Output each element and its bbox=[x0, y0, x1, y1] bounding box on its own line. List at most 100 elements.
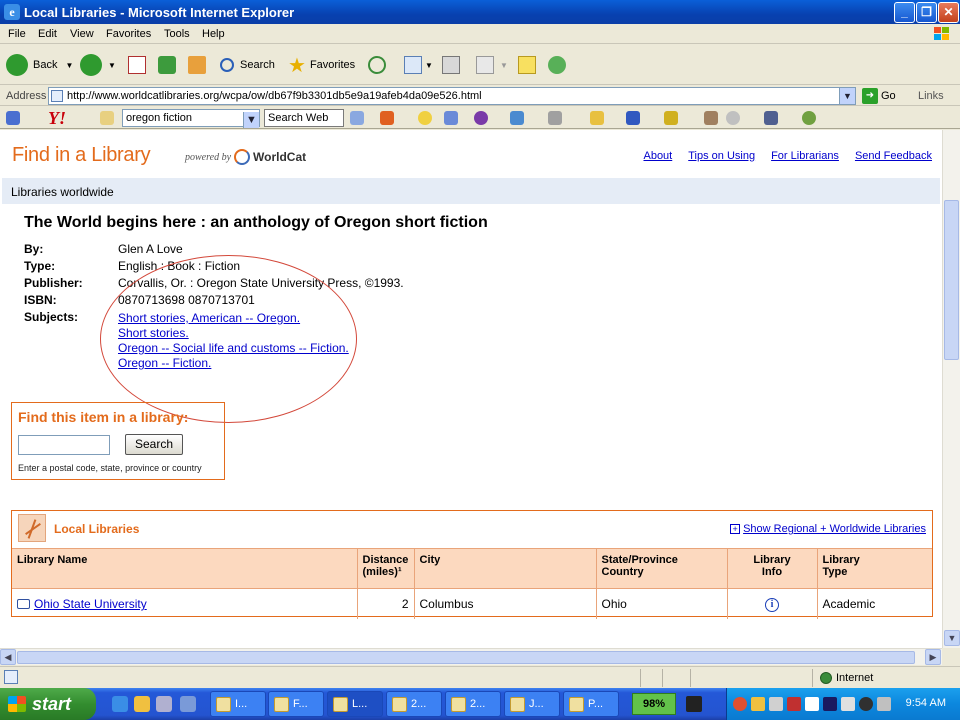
reference-icon[interactable] bbox=[764, 111, 778, 125]
find-search-button[interactable]: Search bbox=[125, 434, 183, 455]
menu-help[interactable]: Help bbox=[202, 28, 225, 40]
horizontal-scroll-thumb[interactable] bbox=[17, 651, 915, 664]
go-button[interactable]: ➜ Go bbox=[862, 88, 896, 104]
yahoo-highlight-icon[interactable] bbox=[380, 111, 394, 125]
weather-icon[interactable] bbox=[726, 111, 740, 125]
top-links: About Tips on Using For Librarians Send … bbox=[643, 150, 932, 162]
scroll-down-arrow-icon[interactable]: ▼ bbox=[944, 630, 960, 646]
tray-icon[interactable] bbox=[787, 697, 801, 711]
go-label: Go bbox=[881, 90, 896, 102]
library-building-icon bbox=[17, 599, 30, 609]
bookmark-tag-icon[interactable] bbox=[548, 111, 562, 125]
quicklaunch-icon[interactable] bbox=[134, 696, 150, 712]
show-regional-label[interactable]: Show Regional + Worldwide Libraries bbox=[743, 523, 926, 535]
vertical-scrollbar[interactable]: ▼ bbox=[942, 130, 960, 648]
tray-icon[interactable] bbox=[859, 697, 873, 711]
quicklaunch-icon[interactable] bbox=[156, 696, 172, 712]
minimize-button[interactable]: _ bbox=[894, 2, 915, 23]
menu-tools[interactable]: Tools bbox=[164, 28, 190, 40]
taskbar-item[interactable]: F... bbox=[268, 691, 324, 717]
power-plug-icon[interactable] bbox=[686, 696, 702, 712]
taskbar-item[interactable]: J... bbox=[504, 691, 560, 717]
clock[interactable]: 9:54 AM bbox=[906, 697, 946, 709]
mail-button[interactable]: ▼ bbox=[404, 53, 433, 77]
mail-yahoo-icon[interactable] bbox=[704, 111, 718, 125]
home-icon bbox=[188, 56, 206, 74]
close-button[interactable]: ✕ bbox=[938, 2, 959, 23]
page-icon bbox=[51, 90, 63, 102]
games-icon[interactable] bbox=[664, 111, 678, 125]
library-name-link[interactable]: Ohio State University bbox=[34, 597, 147, 611]
about-link[interactable]: About bbox=[643, 150, 672, 162]
tray-icon[interactable] bbox=[841, 697, 855, 711]
horizontal-scrollbar[interactable]: ◀ ▶ bbox=[0, 648, 942, 665]
messenger-button[interactable] bbox=[548, 53, 566, 77]
search-web-button[interactable]: Search Web bbox=[264, 109, 344, 127]
star-favorites-icon[interactable] bbox=[626, 111, 640, 125]
history-button[interactable] bbox=[368, 53, 386, 77]
show-regional-link[interactable]: + Show Regional + Worldwide Libraries bbox=[730, 523, 926, 535]
state-cell: Ohio bbox=[596, 588, 728, 619]
site-brand[interactable]: Find in a Library bbox=[12, 144, 151, 167]
tips-link[interactable]: Tips on Using bbox=[688, 150, 755, 162]
yahoo-toolbar: Y! oregon fiction ▼ Search Web bbox=[0, 107, 960, 129]
location-input[interactable] bbox=[18, 435, 110, 455]
finance-icon[interactable] bbox=[510, 111, 524, 125]
smiley-icon[interactable] bbox=[418, 111, 432, 125]
globe-icon[interactable] bbox=[802, 111, 816, 125]
yahoo-search-dropdown-icon[interactable]: ▼ bbox=[243, 112, 259, 128]
home-button[interactable] bbox=[188, 53, 206, 77]
search-button[interactable]: Search bbox=[220, 53, 275, 77]
for-librarians-link[interactable]: For Librarians bbox=[771, 150, 839, 162]
taskbar-item-active[interactable]: L... bbox=[327, 691, 383, 717]
start-button[interactable]: start bbox=[0, 688, 96, 720]
info-icon[interactable]: i bbox=[765, 598, 779, 612]
stop-button[interactable] bbox=[128, 53, 146, 77]
tray-icon[interactable] bbox=[751, 697, 765, 711]
menu-edit[interactable]: Edit bbox=[38, 28, 57, 40]
tray-icon[interactable] bbox=[733, 697, 747, 711]
yahoo-tool-icon[interactable] bbox=[350, 111, 364, 125]
shopping-icon[interactable] bbox=[590, 111, 604, 125]
standard-toolbar: Back ▼ ▼ Search ★ Favorites ▼ ▼ bbox=[0, 45, 960, 85]
address-input[interactable]: http://www.worldcatlibraries.org/wcpa/ow… bbox=[48, 87, 856, 105]
links-button[interactable]: Links bbox=[918, 90, 944, 102]
forward-button[interactable]: ▼ bbox=[80, 53, 116, 77]
worldcat-name: WorldCat bbox=[253, 150, 307, 164]
security-zone: Internet bbox=[820, 672, 873, 684]
maximize-button[interactable]: ❐ bbox=[916, 2, 937, 23]
taskbar-item[interactable]: 2... bbox=[445, 691, 501, 717]
vertical-scroll-thumb[interactable] bbox=[944, 200, 959, 360]
print-button[interactable] bbox=[442, 53, 460, 77]
ie-quicklaunch-icon[interactable] bbox=[112, 696, 128, 712]
toolbar-menu-icon[interactable] bbox=[6, 111, 20, 125]
scroll-right-arrow-icon[interactable]: ▶ bbox=[925, 649, 941, 665]
discuss-button[interactable] bbox=[518, 53, 536, 77]
status-bar: Internet bbox=[0, 666, 960, 688]
pencil-icon[interactable] bbox=[100, 111, 114, 125]
send-feedback-link[interactable]: Send Feedback bbox=[855, 150, 932, 162]
windows-logo-icon bbox=[934, 27, 949, 40]
tray-icon[interactable] bbox=[805, 697, 819, 711]
taskbar-item[interactable]: 2... bbox=[386, 691, 442, 717]
edit-button[interactable]: ▼ bbox=[476, 53, 508, 77]
taskbar-item[interactable]: P... bbox=[563, 691, 619, 717]
quicklaunch-icon[interactable] bbox=[180, 696, 196, 712]
taskbar-item[interactable]: I... bbox=[210, 691, 266, 717]
favorites-button[interactable]: ★ Favorites bbox=[288, 53, 355, 77]
battery-indicator[interactable]: 98% bbox=[632, 693, 676, 715]
refresh-button[interactable] bbox=[158, 53, 176, 77]
volume-icon[interactable] bbox=[877, 697, 891, 711]
scroll-left-arrow-icon[interactable]: ◀ bbox=[0, 649, 16, 665]
news-icon[interactable] bbox=[444, 111, 458, 125]
yahoo-search-input[interactable]: oregon fiction ▼ bbox=[122, 109, 260, 128]
tray-icon[interactable] bbox=[769, 697, 783, 711]
my-yahoo-icon[interactable] bbox=[474, 111, 488, 125]
tray-icon[interactable] bbox=[823, 697, 837, 711]
menu-file[interactable]: File bbox=[8, 28, 26, 40]
yahoo-logo[interactable]: Y! bbox=[48, 108, 66, 129]
menu-view[interactable]: View bbox=[70, 28, 94, 40]
back-button[interactable]: Back ▼ bbox=[6, 53, 73, 77]
address-dropdown-icon[interactable]: ▼ bbox=[839, 88, 855, 104]
menu-favorites[interactable]: Favorites bbox=[106, 28, 151, 40]
